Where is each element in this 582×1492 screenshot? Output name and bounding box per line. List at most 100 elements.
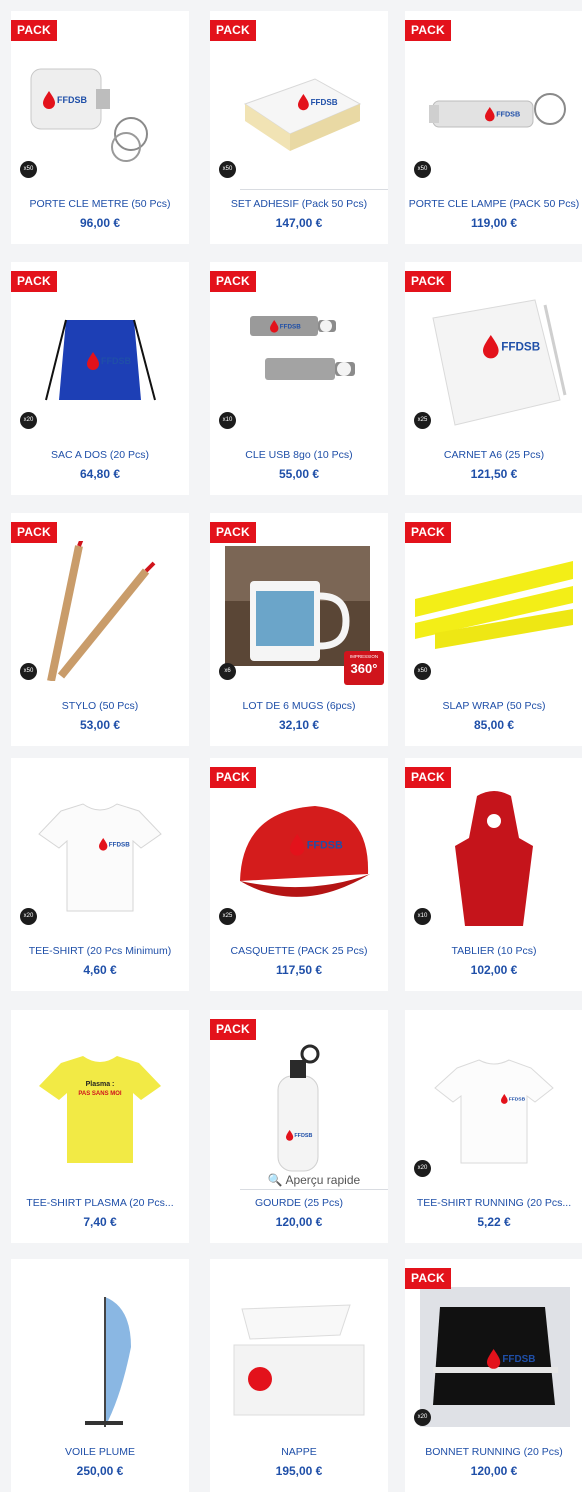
quantity-badge: x50 — [414, 663, 431, 680]
svg-text:FFDSB: FFDSB — [311, 98, 338, 107]
keychain-tape-image[interactable]: FFDSB — [21, 39, 179, 179]
cap-image[interactable]: FFDSB — [220, 786, 378, 926]
pack-badge: PACK — [405, 271, 451, 292]
svg-text:FFDSB: FFDSB — [57, 95, 87, 105]
product-name[interactable]: SLAP WRAP (50 Pcs) — [407, 700, 581, 712]
product-name[interactable]: PORTE CLE METRE (50 Pcs) — [13, 198, 187, 210]
print-value: 360° — [350, 661, 378, 676]
quantity-badge: x50 — [20, 161, 37, 178]
quantity-badge: x20 — [20, 908, 37, 925]
product-card[interactable]: Plasma : PAS SANS MOI TEE-SHIRT PLASMA (… — [11, 1010, 189, 1243]
product-name[interactable]: CARNET A6 (25 Pcs) — [407, 449, 581, 461]
product-card[interactable]: NAPPE 195,00 € — [210, 1259, 388, 1492]
quick-view-button[interactable]: 🔍 Aperçu rapide — [240, 1171, 388, 1190]
usb-keys-image[interactable]: FFDSB — [220, 290, 378, 430]
svg-text:FFDSB: FFDSB — [501, 341, 540, 354]
apron-image[interactable] — [415, 786, 573, 926]
svg-text:FFDSB: FFDSB — [496, 110, 520, 119]
product-name[interactable]: CLE USB 8go (10 Pcs) — [212, 449, 386, 461]
svg-text:FFDSB: FFDSB — [280, 323, 301, 330]
pack-badge: PACK — [405, 767, 451, 788]
pens-image[interactable] — [21, 541, 179, 681]
pack-badge: PACK — [210, 271, 256, 292]
product-price: 121,50 € — [470, 467, 518, 481]
product-card[interactable]: FFDSB PACK x25 CASQUETTE (PACK 25 Pcs) 117,… — [210, 758, 388, 991]
quantity-badge: x25 — [414, 412, 431, 429]
product-price: 120,00 € — [275, 1215, 323, 1229]
quantity-badge: x50 — [414, 161, 431, 178]
product-card[interactable]: FFDSB x20 TEE-SHIRT (20 Pcs Minimum) 4,60 … — [11, 758, 189, 991]
product-card[interactable]: FFDSB PACK x20 BONNET RUNNING (20 Pcs) 120,… — [405, 1259, 582, 1492]
bottle-image[interactable]: FFDSB — [220, 1038, 378, 1178]
svg-text:FFDSB: FFDSB — [509, 1097, 526, 1103]
keychain-lamp-image[interactable]: FFDSB — [415, 39, 573, 179]
product-name[interactable]: GOURDE (25 Pcs) — [212, 1197, 386, 1209]
product-card[interactable]: PACK x50 STYLO (50 Pcs) 53,00 € — [11, 513, 189, 746]
product-card[interactable]: FFDSB PACK x10 CLE USB 8go (10 Pcs) 55,00 € — [210, 262, 388, 495]
tshirt-yellow-image[interactable]: Plasma : PAS SANS MOI — [21, 1038, 179, 1178]
product-name[interactable]: CASQUETTE (PACK 25 Pcs) — [212, 945, 386, 957]
product-price: 117,50 € — [275, 963, 323, 977]
product-price: 55,00 € — [278, 467, 320, 481]
product-name[interactable]: BONNET RUNNING (20 Pcs) — [407, 1446, 581, 1458]
tshirt-running-image[interactable]: FFDSB — [415, 1038, 573, 1178]
svg-text:FFDSB: FFDSB — [101, 356, 131, 366]
product-price: 102,00 € — [470, 963, 518, 977]
product-card[interactable]: FFDSB PACK x50 PORTE CLE METRE (50 Pcs) 96,… — [11, 11, 189, 244]
product-name[interactable]: TEE-SHIRT (20 Pcs Minimum) — [13, 945, 187, 957]
tablecloth-image[interactable] — [220, 1287, 378, 1427]
product-card[interactable]: PACK x10 TABLIER (10 Pcs) 102,00 € — [405, 758, 582, 991]
search-icon: 🔍 — [267, 1173, 283, 1187]
pack-badge: PACK — [210, 1019, 256, 1040]
product-card[interactable]: FFDSB PACK x50 SET ADHESIF (Pack 50 Pcs) 14… — [210, 11, 388, 244]
quantity-badge: x50 — [20, 663, 37, 680]
product-price: 64,80 € — [79, 467, 121, 481]
beanie-bag-image[interactable]: FFDSB — [415, 1287, 573, 1427]
product-name[interactable]: STYLO (50 Pcs) — [13, 700, 187, 712]
product-price: 96,00 € — [79, 216, 121, 230]
sticky-notes-image[interactable]: FFDSB — [220, 39, 378, 179]
product-card[interactable]: FFDSB PACK x25 CARNET A6 (25 Pcs) 121,50 € — [405, 262, 582, 495]
product-price: 120,00 € — [470, 1464, 518, 1478]
product-name[interactable]: SAC A DOS (20 Pcs) — [13, 449, 187, 461]
product-grid: FFDSB PACK x50 PORTE CLE METRE (50 Pcs) 96,… — [0, 0, 582, 1492]
feather-flag-image[interactable] — [21, 1287, 179, 1427]
product-card[interactable]: FFDSB PACK 🔍 Aperçu rapide GOURDE (25 Pcs)… — [210, 1010, 388, 1243]
tshirt-white-image[interactable]: FFDSB — [21, 786, 179, 926]
product-price: 119,00 € — [470, 216, 518, 230]
pack-badge: PACK — [210, 767, 256, 788]
product-card[interactable]: FFDSB PACK x50 PORTE CLE LAMPE (PACK 50 Pc… — [405, 11, 582, 244]
pack-badge: PACK — [11, 20, 57, 41]
pack-badge: PACK — [405, 1268, 451, 1289]
pack-badge: PACK — [405, 20, 451, 41]
product-price: 85,00 € — [473, 718, 515, 732]
product-card[interactable]: PACK x50 SLAP WRAP (50 Pcs) 85,00 € — [405, 513, 582, 746]
product-name[interactable]: TABLIER (10 Pcs) — [407, 945, 581, 957]
svg-text:FFDSB: FFDSB — [294, 1133, 312, 1139]
print-360-badge: IMPRESSION 360° — [344, 651, 384, 685]
quantity-badge: x20 — [414, 1409, 431, 1426]
product-card[interactable]: PACK x6 IMPRESSION 360° LOT DE 6 MUGS (6pcs)… — [210, 513, 388, 746]
product-card[interactable]: VOILE PLUME 250,00 € — [11, 1259, 189, 1492]
product-name[interactable]: SET ADHESIF (Pack 50 Pcs) — [212, 198, 386, 210]
quantity-badge: x20 — [20, 412, 37, 429]
product-name[interactable]: VOILE PLUME — [13, 1446, 187, 1458]
notebook-image[interactable]: FFDSB — [415, 290, 573, 430]
product-card[interactable]: FFDSB PACK x20 SAC A DOS (20 Pcs) 64,80 € — [11, 262, 189, 495]
card-divider — [240, 189, 388, 190]
product-card[interactable]: FFDSB x20 TEE-SHIRT RUNNING (20 Pcs... 5,2… — [405, 1010, 582, 1243]
product-price: 250,00 € — [76, 1464, 124, 1478]
slap-wrap-image[interactable] — [415, 541, 573, 681]
svg-text:FFDSB: FFDSB — [109, 841, 130, 848]
product-price: 53,00 € — [79, 718, 121, 732]
quantity-badge: x10 — [219, 412, 236, 429]
product-name[interactable]: LOT DE 6 MUGS (6pcs) — [212, 700, 386, 712]
product-name[interactable]: TEE-SHIRT PLASMA (20 Pcs... — [13, 1197, 187, 1209]
product-name[interactable]: PORTE CLE LAMPE (PACK 50 Pcs) — [407, 198, 581, 210]
quantity-badge: x25 — [219, 908, 236, 925]
svg-text:PAS SANS MOI: PAS SANS MOI — [78, 1091, 122, 1097]
product-price: 7,40 € — [83, 1215, 117, 1229]
product-name[interactable]: NAPPE — [212, 1446, 386, 1458]
product-name[interactable]: TEE-SHIRT RUNNING (20 Pcs... — [407, 1197, 581, 1209]
drawstring-bag-image[interactable]: FFDSB — [21, 290, 179, 430]
